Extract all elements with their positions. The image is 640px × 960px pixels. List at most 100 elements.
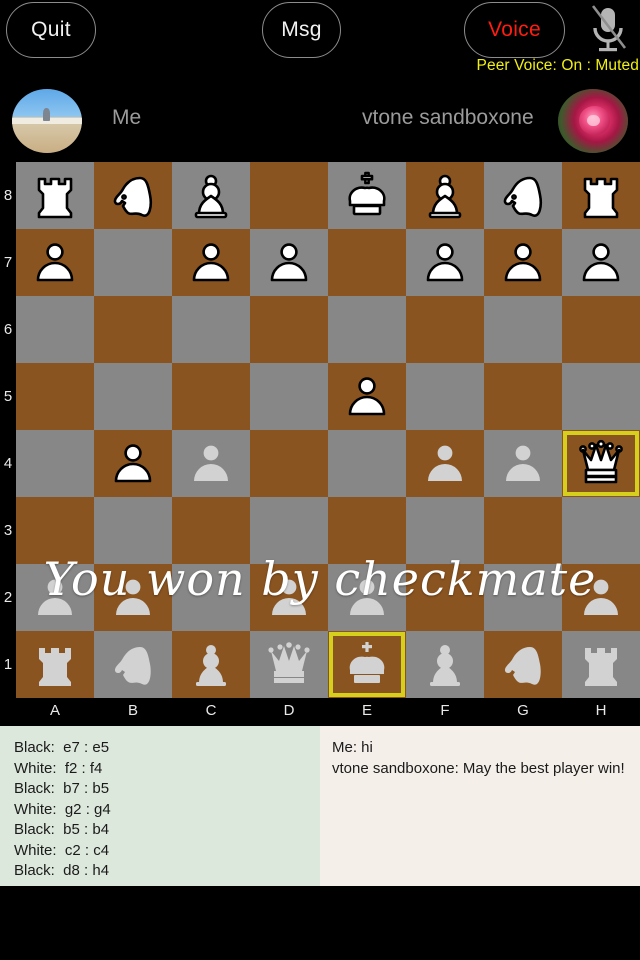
black-pawn-icon xyxy=(582,242,620,281)
board-square-a8[interactable] xyxy=(16,162,94,229)
board-square-f1[interactable] xyxy=(406,631,484,698)
white-pawn-icon xyxy=(116,579,150,615)
move-entry: White: c2 : c4 xyxy=(14,841,110,859)
board-square-d4[interactable] xyxy=(250,430,328,497)
board-square-b5[interactable] xyxy=(94,363,172,430)
board-square-g8[interactable] xyxy=(484,162,562,229)
bottom-panels: Black: e7 : e5 White: f2 : f4 Black: b7 : … xyxy=(0,726,640,886)
board-square-g3[interactable] xyxy=(484,497,562,564)
board-square-h8[interactable] xyxy=(562,162,640,229)
board-square-f6[interactable] xyxy=(406,296,484,363)
move-entry: White: g2 : g4 xyxy=(14,800,111,818)
board-square-b8[interactable] xyxy=(94,162,172,229)
board-square-e5[interactable] xyxy=(328,363,406,430)
board-square-g4[interactable] xyxy=(484,430,562,497)
chess-board[interactable] xyxy=(16,162,640,698)
file-label-b: B xyxy=(127,701,138,719)
avatar-peer xyxy=(558,89,628,153)
white-pawn-icon xyxy=(194,445,228,481)
board-square-c5[interactable] xyxy=(172,363,250,430)
board-square-b3[interactable] xyxy=(94,497,172,564)
board-square-e4[interactable] xyxy=(328,430,406,497)
board-square-e8[interactable] xyxy=(328,162,406,229)
board-square-h5[interactable] xyxy=(562,363,640,430)
white-bishop-icon xyxy=(430,644,460,686)
board-square-f5[interactable] xyxy=(406,363,484,430)
board-square-b6[interactable] xyxy=(94,296,172,363)
file-label-c: C xyxy=(205,701,217,719)
board-square-b7[interactable] xyxy=(94,229,172,296)
board-square-g2[interactable] xyxy=(484,564,562,631)
voice-button[interactable]: Voice xyxy=(464,2,565,58)
file-labels: A B C D E F G H xyxy=(16,700,640,720)
board-square-g7[interactable] xyxy=(484,229,562,296)
board-square-b1[interactable] xyxy=(94,631,172,698)
footer-spacer xyxy=(0,886,640,960)
board-square-a5[interactable] xyxy=(16,363,94,430)
board-square-d5[interactable] xyxy=(250,363,328,430)
white-pawn-icon xyxy=(428,445,462,481)
msg-button[interactable]: Msg xyxy=(262,2,341,58)
black-pawn-icon xyxy=(192,242,230,281)
move-entry: Black: d8 : h4 xyxy=(14,862,110,879)
board-square-e6[interactable] xyxy=(328,296,406,363)
board-square-h7[interactable] xyxy=(562,229,640,296)
board-square-h4[interactable] xyxy=(562,430,640,497)
board-square-h3[interactable] xyxy=(562,497,640,564)
move-list-panel[interactable]: Black: e7 : e5 White: f2 : f4 Black: b7 : … xyxy=(0,726,320,886)
player-name-me: Me xyxy=(112,106,142,129)
board-square-d1[interactable] xyxy=(250,631,328,698)
white-bishop-icon xyxy=(196,644,226,686)
board-square-a4[interactable] xyxy=(16,430,94,497)
black-rook-icon xyxy=(583,177,619,218)
board-square-g5[interactable] xyxy=(484,363,562,430)
board-square-c1[interactable] xyxy=(172,631,250,698)
chat-message: Me: hi xyxy=(332,739,373,756)
board-square-d6[interactable] xyxy=(250,296,328,363)
board-square-d8[interactable] xyxy=(250,162,328,229)
quit-button[interactable]: Quit xyxy=(6,2,96,58)
board-square-a7[interactable] xyxy=(16,229,94,296)
board-square-a6[interactable] xyxy=(16,296,94,363)
board-square-c3[interactable] xyxy=(172,497,250,564)
board-square-f3[interactable] xyxy=(406,497,484,564)
board-square-a1[interactable] xyxy=(16,631,94,698)
board-square-f2[interactable] xyxy=(406,564,484,631)
board-square-d2[interactable] xyxy=(250,564,328,631)
board-square-g1[interactable] xyxy=(484,631,562,698)
rank-label-8: 8 xyxy=(3,187,13,204)
board-square-d7[interactable] xyxy=(250,229,328,296)
board-square-c8[interactable] xyxy=(172,162,250,229)
board-square-a3[interactable] xyxy=(16,497,94,564)
board-square-h6[interactable] xyxy=(562,296,640,363)
chat-message: vtone sandboxone: May the best player wi… xyxy=(332,759,625,777)
board-square-b2[interactable] xyxy=(94,564,172,631)
board-square-a2[interactable] xyxy=(16,564,94,631)
board-square-f7[interactable] xyxy=(406,229,484,296)
black-bishop-icon xyxy=(194,174,228,218)
chat-panel[interactable]: Me: hi vtone sandboxone: May the best pla… xyxy=(320,726,640,886)
avatar-me xyxy=(12,89,82,153)
board-square-g6[interactable] xyxy=(484,296,562,363)
board-square-c6[interactable] xyxy=(172,296,250,363)
board-square-f8[interactable] xyxy=(406,162,484,229)
board-square-e2[interactable] xyxy=(328,564,406,631)
black-king-icon xyxy=(348,171,386,215)
board-square-c7[interactable] xyxy=(172,229,250,296)
board-square-b4[interactable] xyxy=(94,430,172,497)
file-label-f: F xyxy=(440,701,450,719)
board-square-f4[interactable] xyxy=(406,430,484,497)
board-square-e1[interactable] xyxy=(328,631,406,698)
black-queen-icon xyxy=(579,439,623,483)
board-square-d3[interactable] xyxy=(250,497,328,564)
peer-voice-status: Peer Voice: On : Muted xyxy=(476,57,639,74)
microphone-muted-icon[interactable] xyxy=(582,4,634,58)
move-entry: White: f2 : f4 xyxy=(14,759,103,777)
rank-label-6: 6 xyxy=(3,321,13,338)
board-square-h2[interactable] xyxy=(562,564,640,631)
board-square-e7[interactable] xyxy=(328,229,406,296)
board-square-c4[interactable] xyxy=(172,430,250,497)
board-square-e3[interactable] xyxy=(328,497,406,564)
board-square-c2[interactable] xyxy=(172,564,250,631)
board-square-h1[interactable] xyxy=(562,631,640,698)
